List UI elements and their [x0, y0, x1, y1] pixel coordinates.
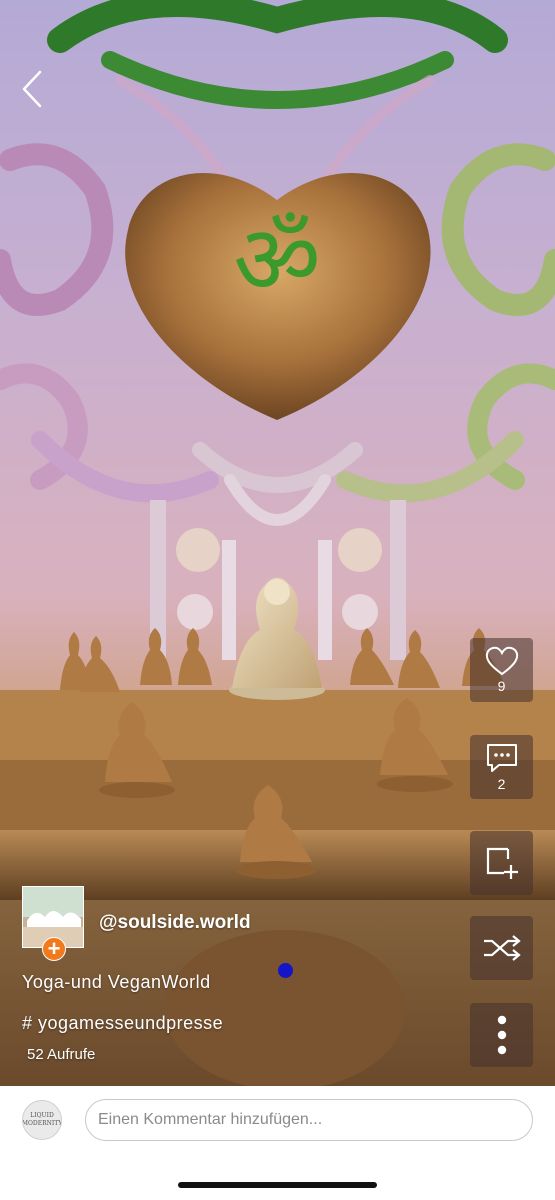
- author-username[interactable]: @soulside.world: [99, 912, 251, 934]
- post-hashtag[interactable]: # yogamesseundpresse: [22, 1013, 223, 1034]
- home-indicator: [178, 1182, 377, 1188]
- add-to-collection-button[interactable]: [470, 831, 533, 895]
- follow-plus-button[interactable]: +: [42, 937, 66, 961]
- comment-count: 2: [497, 776, 506, 792]
- comment-bar: LIQUID MODERNITY: [0, 1086, 555, 1166]
- shuffle-button[interactable]: [470, 916, 533, 980]
- back-button[interactable]: [18, 68, 50, 110]
- comment-button[interactable]: 2: [470, 735, 533, 799]
- comment-input[interactable]: [85, 1099, 533, 1141]
- post-title: Yoga-und VeganWorld: [22, 972, 211, 992]
- playback-position-indicator[interactable]: [278, 963, 293, 978]
- comment-icon: [486, 744, 517, 772]
- more-vertical-icon: [497, 1015, 506, 1055]
- add-square-icon: [486, 847, 518, 879]
- like-button[interactable]: 9: [470, 638, 533, 702]
- more-options-button[interactable]: [470, 1003, 533, 1067]
- om-symbol: ॐ: [233, 204, 321, 316]
- heart-icon: [485, 646, 518, 676]
- shuffle-icon: [483, 935, 521, 961]
- view-count: 52 Aufrufe: [27, 1046, 96, 1063]
- chevron-left-icon: [22, 70, 42, 108]
- current-user-avatar[interactable]: LIQUID MODERNITY: [22, 1100, 62, 1140]
- video-player[interactable]: ॐ 9 2 + @soulside.world Yoga-und VeganWo…: [0, 0, 555, 1086]
- like-count: 9: [497, 678, 506, 694]
- avatar-text: LIQUID MODERNITY: [22, 1112, 62, 1127]
